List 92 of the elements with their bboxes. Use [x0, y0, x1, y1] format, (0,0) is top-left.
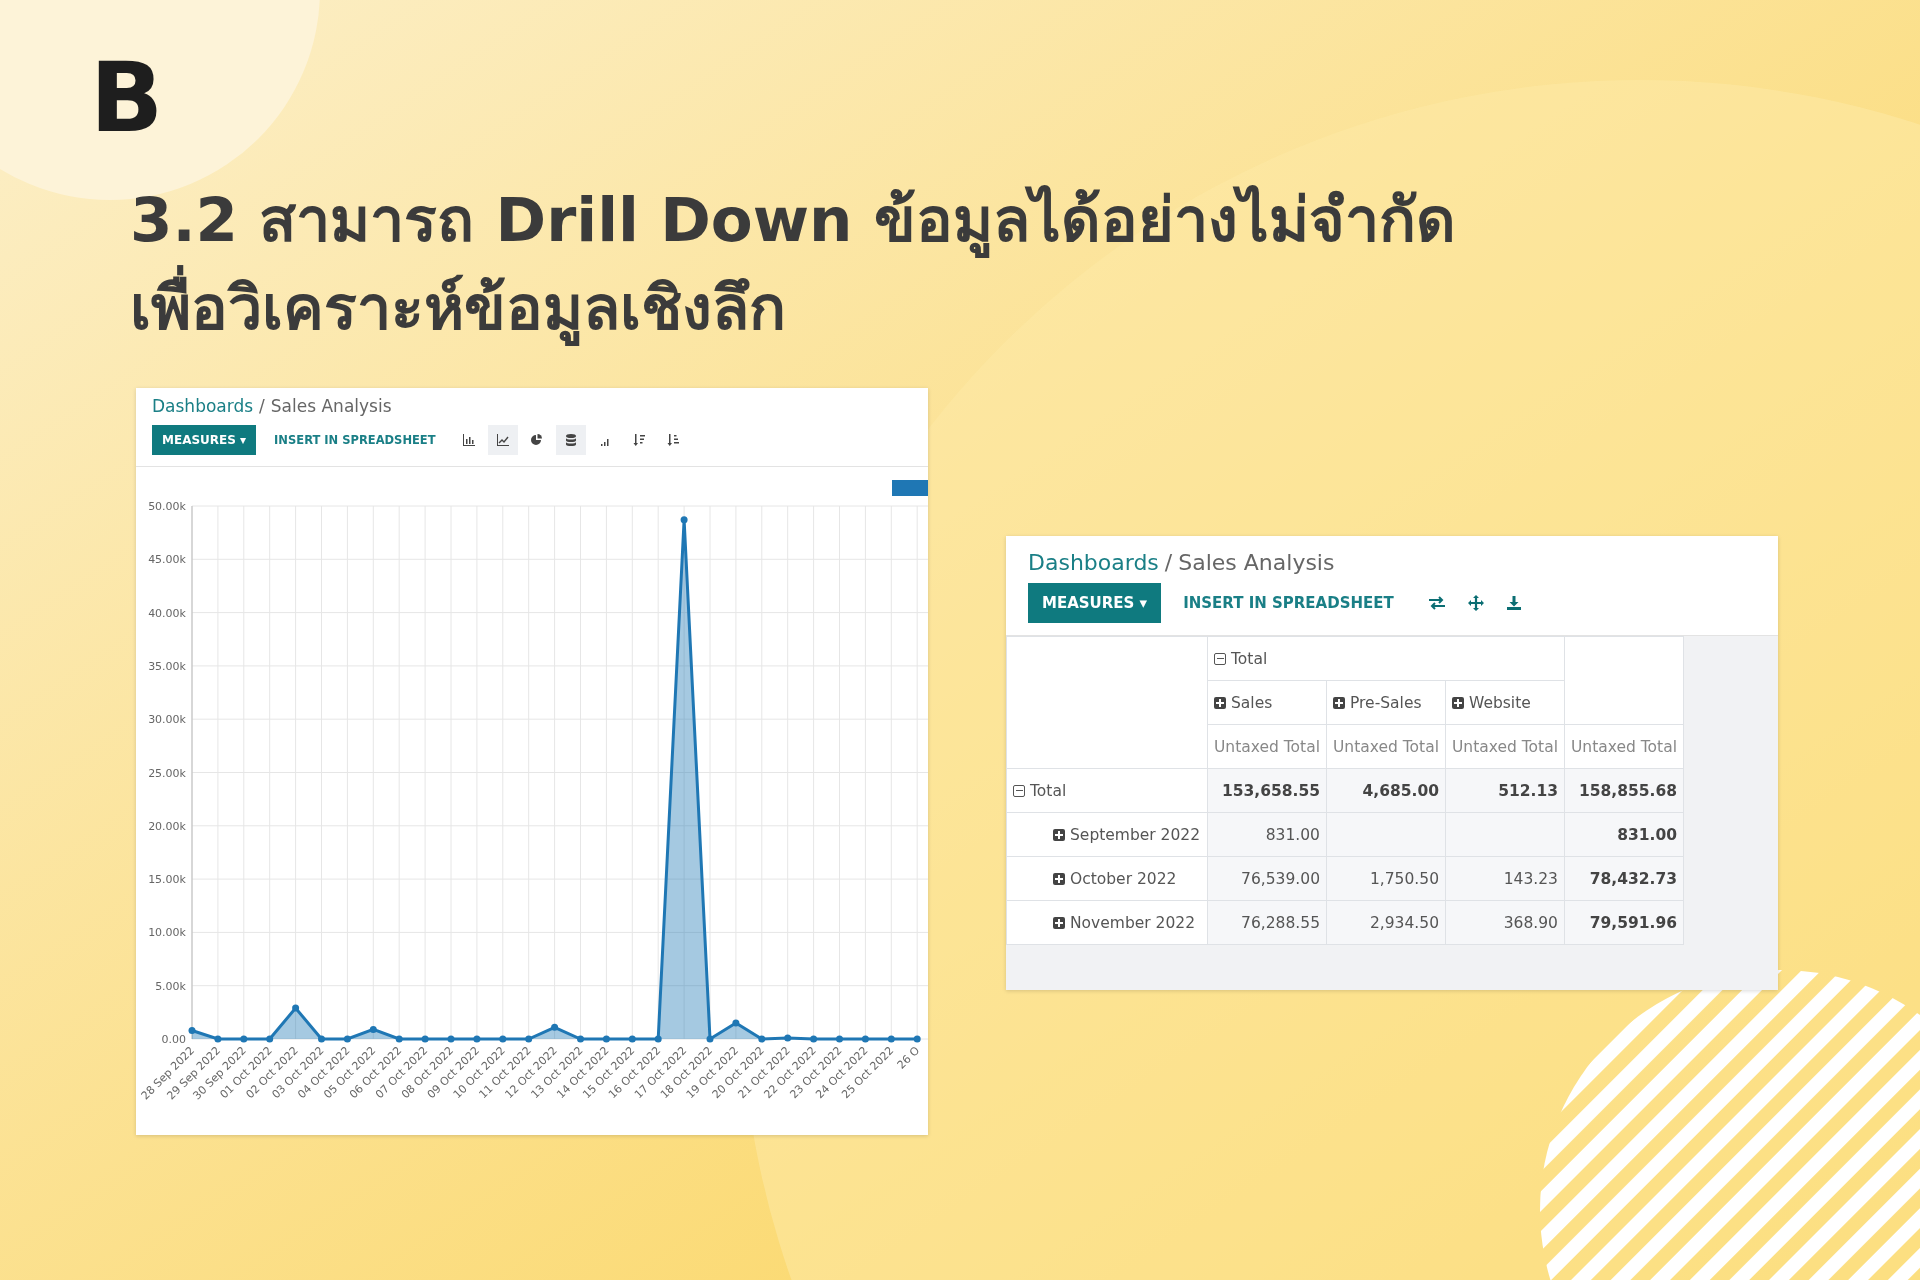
y-axis-label: 10.00k: [148, 926, 186, 940]
chart-type-button[interactable]: [555, 425, 586, 455]
table-cell: 158,855.68: [1578, 781, 1677, 800]
row-header[interactable]: September 2022: [1006, 812, 1208, 857]
column-header[interactable]: Pre-Sales: [1326, 680, 1446, 725]
y-axis-label: 5.00k: [155, 979, 186, 993]
data-point: [421, 1035, 429, 1043]
slide-title: เพื่อวิเคราะห์ข้อมูลเชิงลึก: [130, 264, 786, 352]
table-cell: 76,539.00: [1241, 869, 1320, 888]
data-point: [395, 1035, 403, 1043]
measure-header: Untaxed Total: [1445, 724, 1565, 769]
data-point: [913, 1035, 921, 1043]
table-cell: 143.23: [1503, 869, 1558, 888]
data-point: [602, 1035, 610, 1043]
data-point: [887, 1035, 895, 1043]
row-header[interactable]: Total: [1006, 768, 1208, 813]
table-cell: 368.90: [1503, 913, 1558, 932]
data-point: [706, 1035, 714, 1043]
data-point: [214, 1035, 222, 1043]
data-point: [577, 1035, 584, 1043]
table-cell: 831.00: [1617, 825, 1677, 844]
table-cell: 2,934.50: [1369, 913, 1439, 932]
data-point: [343, 1035, 351, 1043]
swap-arrows-icon: [1427, 596, 1446, 610]
data-point: [266, 1035, 274, 1043]
data-point: [499, 1035, 507, 1043]
pie-chart-icon: [529, 433, 544, 447]
breadcrumb-separator: /: [259, 396, 265, 416]
measures-button[interactable]: MEASURES ▾: [1028, 583, 1162, 623]
data-point: [810, 1035, 818, 1043]
measure-header: Untaxed Total: [1564, 724, 1684, 769]
column-header[interactable]: Sales: [1207, 680, 1327, 725]
move-arrows-icon: [1467, 595, 1484, 611]
breadcrumb-link[interactable]: Dashboards: [1028, 550, 1159, 575]
measure-header: Untaxed Total: [1207, 724, 1327, 769]
table-cell: 153,658.55: [1221, 781, 1320, 800]
bar-chart-icon: [461, 433, 476, 447]
data-point: [628, 1035, 636, 1043]
row-header[interactable]: November 2022: [1006, 900, 1208, 945]
data-point: [836, 1035, 843, 1043]
stack-icon: [563, 433, 578, 447]
sort-descending-icon: [631, 433, 646, 447]
y-axis-label: 0.00: [161, 1033, 186, 1046]
column-header[interactable]: Website: [1445, 680, 1565, 725]
y-axis-label: 20.00k: [148, 819, 186, 833]
table-cell: 1,750.50: [1369, 869, 1439, 888]
breadcrumb-separator: /: [1164, 550, 1173, 575]
y-axis-label: 15.00k: [148, 873, 186, 887]
line-chart-icon: [495, 433, 510, 447]
insert-spreadsheet-button[interactable]: INSERT IN SPREADSHEET: [1183, 594, 1394, 612]
data-point: [188, 1026, 196, 1034]
breadcrumb-current: Sales Analysis: [270, 396, 392, 416]
data-point: [861, 1035, 869, 1043]
measure-header: Untaxed Total: [1326, 724, 1446, 769]
legend-swatch: [892, 480, 928, 496]
data-point: [369, 1025, 377, 1033]
data-point: [473, 1035, 481, 1043]
table-cell: 79,591.96: [1589, 913, 1677, 932]
data-point: [680, 516, 688, 524]
measures-button[interactable]: MEASURES ▾: [152, 425, 257, 455]
logo: B: [90, 50, 164, 146]
data-point: [318, 1035, 325, 1043]
breadcrumb-link[interactable]: Dashboards: [152, 396, 254, 416]
y-axis-label: 25.00k: [148, 766, 186, 780]
data-point: [732, 1019, 740, 1027]
slide-title: 3.2 สามารถ Drill Down ข้อมูลได้อย่างไม่จำกัด: [130, 176, 1456, 264]
y-axis-label: 30.00k: [148, 713, 186, 727]
table-cell: 512.13: [1498, 781, 1558, 800]
table-cell: 76,288.55: [1241, 913, 1320, 932]
chart-type-button[interactable]: [487, 425, 518, 455]
sort-ascending-icon: [665, 433, 680, 447]
y-axis-label: 40.00k: [148, 606, 186, 620]
table-cell: 831.00: [1265, 825, 1320, 844]
row-header[interactable]: October 2022: [1006, 856, 1208, 901]
y-axis-label: 35.00k: [148, 659, 186, 673]
column-header[interactable]: Total: [1207, 636, 1565, 681]
data-point: [240, 1035, 248, 1043]
data-point: [551, 1023, 559, 1031]
insert-spreadsheet-button[interactable]: INSERT IN SPREADSHEET: [274, 433, 436, 447]
table-cell: 78,432.73: [1589, 869, 1677, 888]
download-icon: [1505, 595, 1522, 611]
y-axis-label: 45.00k: [148, 553, 186, 567]
data-point: [292, 1004, 300, 1012]
breadcrumb-current: Sales Analysis: [1178, 550, 1335, 575]
data-point: [784, 1034, 792, 1042]
y-axis-label: 50.00k: [148, 500, 186, 513]
data-point: [525, 1035, 533, 1043]
table-cell: 4,685.00: [1362, 781, 1439, 800]
data-point: [758, 1035, 766, 1043]
x-axis-label: 26 O: [894, 1043, 923, 1072]
data-point: [654, 1035, 662, 1043]
data-point: [447, 1035, 455, 1043]
